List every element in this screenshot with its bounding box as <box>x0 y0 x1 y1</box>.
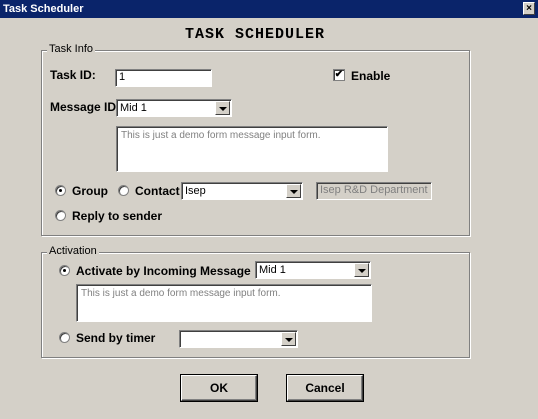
enable-checkbox[interactable]: ✔ <box>333 69 345 81</box>
message-id-label: Message ID <box>50 100 117 114</box>
timer-select[interactable] <box>179 330 298 348</box>
task-scheduler-window: Task Scheduler × TASK SCHEDULER Task Inf… <box>0 0 538 419</box>
chevron-down-icon[interactable] <box>286 184 301 198</box>
contact-select[interactable]: Isep <box>181 182 303 200</box>
close-icon[interactable]: × <box>523 2 535 15</box>
message-id-select[interactable]: Mid 1 <box>116 99 232 117</box>
group-label: Group <box>72 184 108 198</box>
activation-legend: Activation <box>47 245 99 257</box>
ok-button[interactable]: OK <box>181 375 257 401</box>
message-id-value: Mid 1 <box>120 102 147 114</box>
task-id-label: Task ID: <box>50 68 96 82</box>
department-field: Isep R&D Department <box>316 182 432 200</box>
chevron-down-icon[interactable] <box>281 332 296 346</box>
task-id-field[interactable]: 1 <box>115 69 212 87</box>
window-title: Task Scheduler <box>3 3 84 15</box>
send-by-timer-radio[interactable] <box>59 332 70 343</box>
chevron-down-icon[interactable] <box>215 101 230 115</box>
page-title: TASK SCHEDULER <box>184 26 326 43</box>
incoming-text-area[interactable]: This is just a demo form message input f… <box>76 284 372 322</box>
contact-value: Isep <box>185 185 206 197</box>
incoming-message-select[interactable]: Mid 1 <box>255 261 371 279</box>
chevron-down-icon[interactable] <box>354 263 369 277</box>
reply-to-sender-label: Reply to sender <box>72 209 163 223</box>
message-text-area[interactable]: This is just a demo form message input f… <box>116 126 388 172</box>
cancel-button[interactable]: Cancel <box>287 375 363 401</box>
contact-label: Contact <box>135 184 180 198</box>
task-info-legend: Task Info <box>47 43 96 55</box>
reply-to-sender-radio[interactable] <box>55 210 66 221</box>
activate-incoming-label: Activate by Incoming Message <box>76 264 251 278</box>
group-radio[interactable] <box>55 185 66 196</box>
enable-label: Enable <box>351 69 391 83</box>
contact-radio[interactable] <box>118 185 129 196</box>
send-by-timer-label: Send by timer <box>76 331 156 345</box>
title-bar: Task Scheduler × <box>0 0 538 18</box>
activate-incoming-radio[interactable] <box>59 265 70 276</box>
incoming-message-value: Mid 1 <box>259 264 286 276</box>
